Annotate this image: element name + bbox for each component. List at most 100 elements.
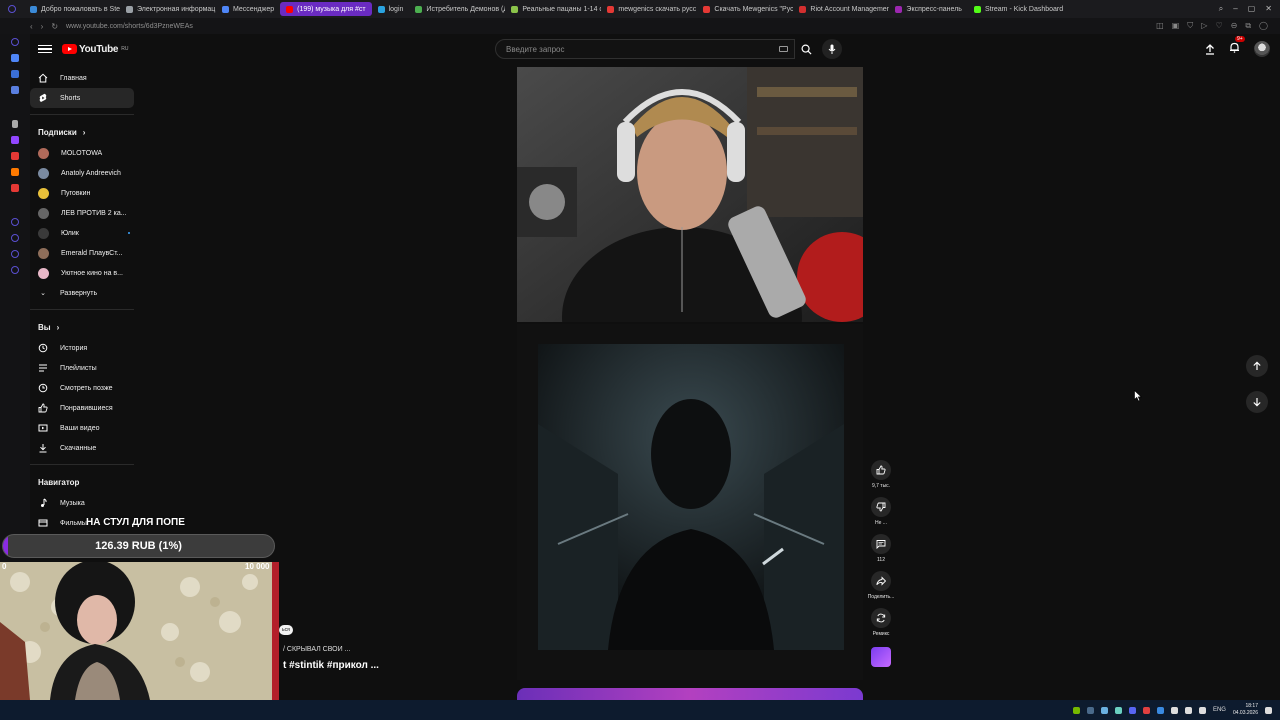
minimize-button[interactable]: – <box>1233 4 1237 14</box>
browser-tab[interactable]: Истребитель Демонов (Д <box>409 0 505 18</box>
sound-thumbnail[interactable] <box>871 647 891 667</box>
security-icon[interactable] <box>1170 706 1178 714</box>
search-tabs-icon[interactable]: ⌕ <box>1219 4 1223 14</box>
like-button[interactable] <box>871 460 891 480</box>
sidebar-subscription[interactable]: Уютное кино на в... <box>30 263 140 283</box>
youtube-logo[interactable]: YouTube RU <box>62 44 128 55</box>
browser-menu[interactable] <box>0 0 24 18</box>
keyboard-icon[interactable] <box>779 46 788 52</box>
remix-button[interactable] <box>871 608 891 628</box>
twitch-icon[interactable] <box>11 136 19 144</box>
previous-short-video[interactable] <box>517 67 863 322</box>
profile-icon[interactable]: ◯ <box>1259 21 1268 31</box>
comments-button[interactable] <box>871 534 891 554</box>
next-short-preview[interactable] <box>517 688 863 700</box>
sidebar-item-label: Главная <box>60 74 87 82</box>
record-icon[interactable] <box>1142 706 1150 714</box>
shield-icon[interactable]: ⛉ <box>1187 21 1193 31</box>
search-button[interactable] <box>795 39 817 59</box>
browser-tab[interactable]: Реальные пацаны 1-14 се <box>505 0 601 18</box>
clock[interactable]: 18:17 04.03.2026 <box>1233 703 1258 717</box>
you-heading[interactable]: Вы › <box>30 316 140 338</box>
sidebar-item-label: Shorts <box>60 94 81 102</box>
history-rail-icon[interactable] <box>11 218 19 226</box>
clock-rail-icon[interactable] <box>11 234 19 242</box>
lock-icon[interactable]: ⊖ <box>1231 21 1238 31</box>
browser-tab[interactable]: Скачать Mewgenics "Рус <box>697 0 793 18</box>
settings-rail-icon[interactable] <box>11 266 19 274</box>
forward-icon[interactable]: › <box>41 22 44 31</box>
subscribe-badge[interactable]: ься <box>279 625 293 635</box>
menu-icon[interactable] <box>38 44 52 54</box>
sidebar-subscription[interactable]: MOLOTOWA <box>30 143 140 163</box>
sidebar-subscription[interactable]: Юлик <box>30 223 140 243</box>
reload-icon[interactable]: ↻ <box>51 22 58 31</box>
riot-icon[interactable] <box>11 152 19 160</box>
browser-tab[interactable]: Riot Account Management <box>793 0 889 18</box>
bookmark-icon[interactable]: ◫ <box>1156 21 1164 31</box>
sidebar-item-watch-later[interactable]: Смотреть позже <box>30 378 140 398</box>
browser-tab[interactable]: login <box>372 0 410 18</box>
messenger-icon[interactable] <box>11 54 19 62</box>
telegram-icon[interactable] <box>11 70 19 78</box>
network-icon[interactable] <box>1198 706 1206 714</box>
share-button[interactable] <box>870 571 891 591</box>
bluetooth-icon[interactable] <box>1156 706 1164 714</box>
volume-icon[interactable] <box>1184 706 1192 714</box>
sidebar-item-your-videos[interactable]: Ваши видео <box>30 418 140 438</box>
maximize-button[interactable]: ▢ <box>1248 4 1256 14</box>
language-indicator[interactable]: ENG <box>1213 707 1226 713</box>
current-short-video[interactable] <box>517 324 863 680</box>
browser-tab[interactable]: Добро пожаловать в Ste <box>24 0 120 18</box>
browser-tab[interactable]: Stream - Kick Dashboard <box>968 0 1064 18</box>
sidebar-item-history[interactable]: История <box>30 338 140 358</box>
close-window-button[interactable]: ✕ <box>1265 4 1272 14</box>
expand-subscriptions-button[interactable]: ⌄ Развернуть <box>30 283 140 303</box>
extensions-icon[interactable]: ⧉ <box>1245 21 1251 31</box>
browser-tab[interactable]: (199) музыка для #ст <box>280 2 372 16</box>
short-caption-title[interactable]: t #stintik #прикол ... <box>283 660 379 671</box>
remix-icon <box>876 613 886 623</box>
back-icon[interactable]: ‹ <box>30 22 33 31</box>
screenshot-icon[interactable]: ▣ <box>1172 21 1180 31</box>
youtube-icon[interactable] <box>11 184 19 192</box>
browser-tab[interactable]: Электронная информац <box>120 0 216 18</box>
play-icon[interactable]: ▷ <box>1201 21 1207 31</box>
notifications-button[interactable]: 9+ <box>1229 36 1245 58</box>
url-field[interactable]: www.youtube.com/shorts/6d3PzneWEAs <box>66 23 193 30</box>
subscriptions-heading[interactable]: Подписки › <box>30 121 140 143</box>
sidebar-item-download[interactable]: Скачанные <box>30 438 140 458</box>
account-avatar[interactable] <box>1254 41 1270 57</box>
discord-icon[interactable] <box>1128 706 1136 714</box>
obs-icon[interactable] <box>1114 706 1122 714</box>
sidebar-subscription[interactable]: Emerald ПлаувСт... <box>30 243 140 263</box>
sidebar-item-playlists[interactable]: Плейлисты <box>30 358 140 378</box>
upload-icon[interactable] <box>1205 43 1215 55</box>
sidebar-item-music[interactable]: Музыка <box>30 493 140 513</box>
sidebar-subscription[interactable]: Пуговкин <box>30 183 140 203</box>
tab-favicon-icon <box>30 5 37 13</box>
nvidia-icon[interactable] <box>1072 706 1080 714</box>
sidebar-item-shorts[interactable]: Shorts <box>30 88 134 108</box>
vk-icon[interactable] <box>11 86 19 94</box>
sidebar-item-home[interactable]: Главная <box>30 68 140 88</box>
search-input[interactable] <box>506 44 736 54</box>
next-short-button[interactable] <box>1246 391 1268 413</box>
yandex-icon[interactable] <box>11 168 19 176</box>
dislike-button[interactable] <box>871 497 891 517</box>
previous-short-button[interactable] <box>1246 355 1268 377</box>
downloads-rail-icon[interactable] <box>11 250 19 258</box>
voice-search-button[interactable] <box>822 39 842 59</box>
pen-icon[interactable] <box>1100 706 1108 714</box>
sidebar-subscription[interactable]: Anatoly Andreevich <box>30 163 140 183</box>
heart-icon[interactable]: ♡ <box>1215 21 1222 31</box>
notification-center-icon[interactable] <box>1265 706 1272 714</box>
workspace-icon[interactable] <box>11 38 19 46</box>
browser-tab[interactable]: Экспресс-панель <box>889 0 968 18</box>
browser-tab[interactable]: mewgenics скачать русс <box>601 0 697 18</box>
steam-icon[interactable] <box>1086 706 1094 714</box>
browser-tab[interactable]: Мессенджер <box>216 0 280 18</box>
sidebar-subscription[interactable]: ЛЕВ ПРОТИВ 2 ка... <box>30 203 140 223</box>
sidebar-item-like[interactable]: Понравившиеся <box>30 398 140 418</box>
pin-icon[interactable] <box>12 120 18 128</box>
